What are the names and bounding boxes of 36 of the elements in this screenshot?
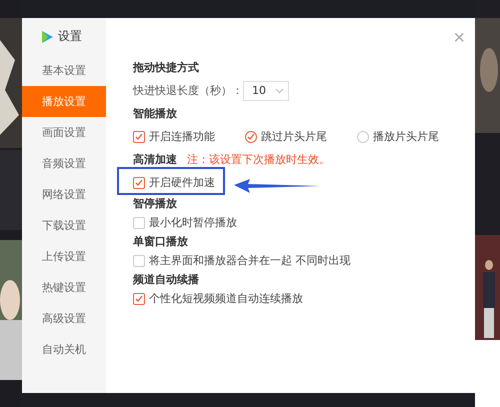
checkbox[interactable] [133,176,145,188]
section-title: 高清加速 [133,152,177,167]
sidebar-item[interactable]: 画面设置 [22,117,106,148]
checkbox[interactable] [133,216,145,228]
checkbox-option[interactable]: 开启硬件加速 [133,175,215,190]
section-title: 单窗口播放 [133,234,188,249]
radio-option[interactable]: 跳过片头片尾 [245,129,357,144]
section-title: 拖动快捷方式 [133,60,199,75]
radio-option[interactable]: 播放片头片尾 [357,129,469,144]
sidebar-item[interactable]: 下载设置 [22,210,106,241]
radio-button[interactable] [357,130,369,142]
sidebar-item[interactable]: 上传设置 [22,241,106,272]
section-title: 频道自动续播 [133,272,199,287]
duration-select[interactable]: 10 [243,80,289,100]
sidebar-item[interactable]: 自动关机 [22,334,106,365]
dialog-title: 设置 [58,28,82,45]
section-title: 智能播放 [133,106,177,121]
play-logo-icon [40,30,54,44]
chevron-icon [275,88,284,94]
option-label: 快进快退长度（秒）： [133,83,243,98]
sidebar-item[interactable]: 热键设置 [22,272,106,303]
checkbox-option[interactable]: 将主界面和播放器合并在一起 不同时出现 [133,253,350,268]
sidebar-item[interactable]: 高级设置 [22,303,106,334]
section-title: 智停播放 [133,196,177,211]
radio-button[interactable] [245,130,257,142]
sidebar-item[interactable]: 音频设置 [22,148,106,179]
sidebar-item[interactable]: 播放设置 [22,86,106,117]
sidebar-item[interactable]: 网络设置 [22,179,106,210]
checkbox-option[interactable]: 最小化时暂停播放 [133,215,237,230]
checkbox[interactable] [133,254,145,266]
checkbox[interactable] [133,130,145,142]
checkbox-option[interactable]: 开启连播功能 [133,129,245,144]
note-text: 注：该设置下次播放时生效。 [187,152,330,167]
sidebar-item[interactable]: 基本设置 [22,55,106,86]
checkbox-option[interactable]: 个性化短视频频道自动连续播放 [133,291,303,306]
checkbox[interactable] [133,292,145,304]
